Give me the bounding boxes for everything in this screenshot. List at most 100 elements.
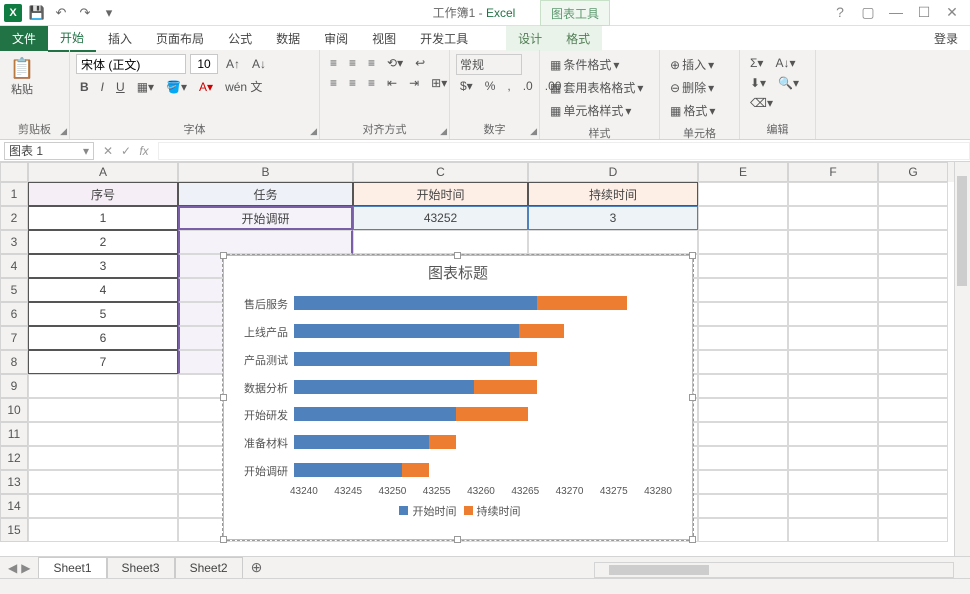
percent-icon[interactable]: % [481, 77, 500, 95]
qat-customize[interactable]: ▾ [100, 4, 118, 22]
cell-B1[interactable]: 任务 [178, 182, 353, 206]
help-button[interactable]: ? [830, 4, 850, 21]
row-header-14[interactable]: 14 [0, 494, 28, 518]
cell-F13[interactable] [788, 470, 878, 494]
cell-A3[interactable]: 2 [28, 230, 178, 254]
delete-cells-button[interactable]: ⊖ 删除▾ [666, 77, 718, 98]
cell-E11[interactable] [698, 422, 788, 446]
align-right-icon[interactable]: ≡ [364, 74, 379, 92]
cell-E15[interactable] [698, 518, 788, 542]
close-button[interactable]: ✕ [942, 4, 962, 21]
cell-E4[interactable] [698, 254, 788, 278]
chart-title[interactable]: 图表标题 [224, 256, 692, 285]
cell-A8[interactable]: 7 [28, 350, 178, 374]
cell-D2[interactable]: 3 [528, 206, 698, 230]
row-header-7[interactable]: 7 [0, 326, 28, 350]
cell-G3[interactable] [878, 230, 948, 254]
format-cells-button[interactable]: ▦ 格式▾ [666, 100, 719, 121]
cell-E10[interactable] [698, 398, 788, 422]
col-header-G[interactable]: G [878, 162, 948, 182]
italic-button[interactable]: I [97, 78, 108, 96]
cell-E8[interactable] [698, 350, 788, 374]
cell-F11[interactable] [788, 422, 878, 446]
row-header-13[interactable]: 13 [0, 470, 28, 494]
alignment-launcher[interactable]: ◢ [440, 126, 447, 137]
fx-icon[interactable]: fx [136, 144, 152, 158]
col-header-A[interactable]: A [28, 162, 178, 182]
cell-A15[interactable] [28, 518, 178, 542]
vertical-scrollbar[interactable] [954, 162, 970, 556]
bar-segment-series1[interactable] [294, 324, 519, 338]
resize-handle[interactable] [689, 394, 696, 401]
comma-icon[interactable]: , [503, 77, 514, 95]
horizontal-scrollbar[interactable] [594, 562, 954, 578]
cell-F12[interactable] [788, 446, 878, 470]
sheet-nav-next[interactable]: ▶ [21, 561, 30, 575]
phonetic-button[interactable]: wén 文 [221, 76, 266, 97]
bar-segment-series1[interactable] [294, 435, 429, 449]
cell-G9[interactable] [878, 374, 948, 398]
cell-B2[interactable]: 开始调研 [178, 206, 353, 230]
bar-segment-series2[interactable] [510, 352, 537, 366]
qat-redo[interactable]: ↷ [76, 4, 94, 22]
qat-undo[interactable]: ↶ [52, 4, 70, 22]
cell-A12[interactable] [28, 446, 178, 470]
cell-E7[interactable] [698, 326, 788, 350]
cell-F8[interactable] [788, 350, 878, 374]
cell-G2[interactable] [878, 206, 948, 230]
cell-C1[interactable]: 开始时间 [353, 182, 528, 206]
cell-F5[interactable] [788, 278, 878, 302]
tab-home[interactable]: 开始 [48, 25, 96, 52]
bar-segment-series2[interactable] [519, 324, 564, 338]
tab-pagelayout[interactable]: 页面布局 [144, 26, 216, 51]
row-header-15[interactable]: 15 [0, 518, 28, 542]
cell-C2[interactable]: 43252 [353, 206, 528, 230]
clipboard-launcher[interactable]: ◢ [60, 126, 67, 137]
cell-G11[interactable] [878, 422, 948, 446]
row-header-8[interactable]: 8 [0, 350, 28, 374]
font-color-button[interactable]: A▾ [195, 78, 217, 96]
align-bottom-icon[interactable]: ≡ [364, 54, 379, 72]
col-header-C[interactable]: C [353, 162, 528, 182]
row-header-6[interactable]: 6 [0, 302, 28, 326]
cell-A13[interactable] [28, 470, 178, 494]
row-header-9[interactable]: 9 [0, 374, 28, 398]
plot-area[interactable]: 售后服务 上线产品 产品测试 数据分析 开始研发 准备材料 开始调研 [294, 289, 666, 484]
cell-D3[interactable] [528, 230, 698, 254]
col-header-E[interactable]: E [698, 162, 788, 182]
cell-E14[interactable] [698, 494, 788, 518]
bar-segment-series1[interactable] [294, 352, 510, 366]
cell-F15[interactable] [788, 518, 878, 542]
inc-decimal-icon[interactable]: .0 [519, 77, 537, 95]
cell-F9[interactable] [788, 374, 878, 398]
row-header-12[interactable]: 12 [0, 446, 28, 470]
resize-handle[interactable] [454, 252, 461, 259]
cell-E1[interactable] [698, 182, 788, 206]
align-left-icon[interactable]: ≡ [326, 74, 341, 92]
tab-insert[interactable]: 插入 [96, 26, 144, 51]
cell-G10[interactable] [878, 398, 948, 422]
sign-in-link[interactable]: 登录 [934, 30, 970, 47]
sheet-tab-3[interactable]: Sheet2 [175, 557, 243, 578]
cell-F4[interactable] [788, 254, 878, 278]
cell-G14[interactable] [878, 494, 948, 518]
formula-input[interactable] [158, 142, 970, 160]
clear-icon[interactable]: ⌫▾ [746, 94, 777, 112]
cell-A7[interactable]: 6 [28, 326, 178, 350]
ribbon-display-button[interactable]: ▢ [858, 4, 878, 21]
cell-A1[interactable]: 序号 [28, 182, 178, 206]
cell-F3[interactable] [788, 230, 878, 254]
tab-chart-format[interactable]: 格式 [554, 26, 602, 51]
cell-styles-button[interactable]: ▦ 单元格样式▾ [546, 100, 635, 121]
cell-G6[interactable] [878, 302, 948, 326]
cell-G5[interactable] [878, 278, 948, 302]
bar-segment-series2[interactable] [429, 435, 456, 449]
qat-save[interactable]: 💾 [28, 4, 46, 22]
row-header-2[interactable]: 2 [0, 206, 28, 230]
row-header-3[interactable]: 3 [0, 230, 28, 254]
resize-handle[interactable] [689, 252, 696, 259]
cell-A2[interactable]: 1 [28, 206, 178, 230]
row-header-5[interactable]: 5 [0, 278, 28, 302]
bar-segment-series1[interactable] [294, 463, 402, 477]
underline-button[interactable]: U [112, 78, 129, 96]
